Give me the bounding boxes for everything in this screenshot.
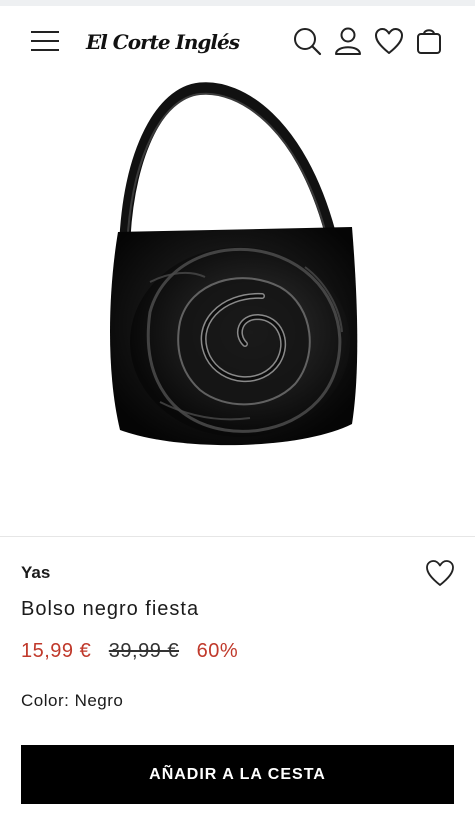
color-label: Color: Negro [21,691,124,710]
menu-icon[interactable] [31,29,59,51]
product-title: Bolso negro fiesta [21,598,200,620]
brand-name[interactable]: Yas [21,563,50,583]
logo-text: El Corte Inglés [86,30,240,54]
price-row: 15,99 € 39,99 € 60% [21,640,238,663]
search-icon[interactable] [292,26,322,56]
original-price: 39,99 € [108,640,180,662]
discount-badge: 60% [196,640,239,662]
divider [0,536,475,537]
logo[interactable]: El Corte Inglés [86,22,246,62]
current-price: 15,99 € [21,640,92,662]
product-image[interactable] [0,72,475,536]
heart-icon[interactable] [374,26,404,56]
header: El Corte Inglés [0,6,475,72]
bag-icon[interactable] [414,26,444,56]
user-icon[interactable] [333,26,363,56]
add-to-cart-button[interactable]: AÑADIR A LA CESTA [21,745,454,804]
black-rose-bag-image [110,82,358,446]
wishlist-heart-icon[interactable] [425,558,455,588]
